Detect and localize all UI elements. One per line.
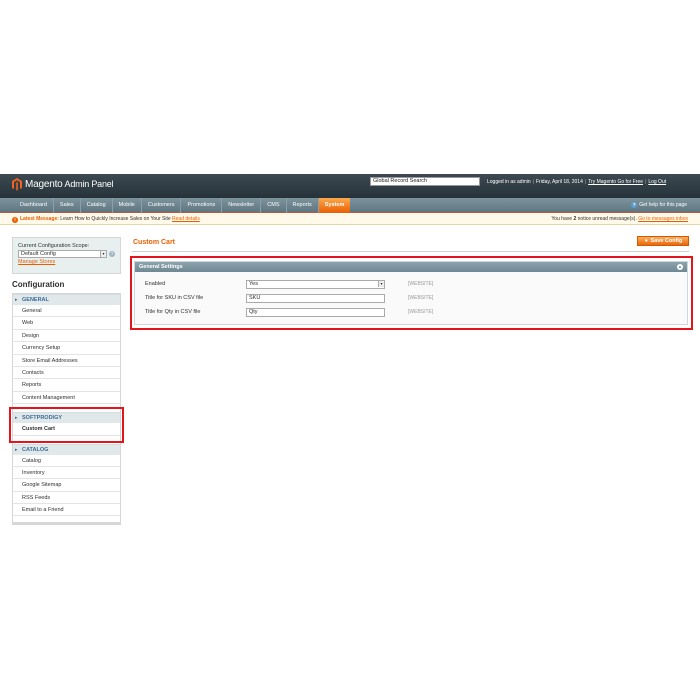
sidebar-item-general[interactable]: General: [13, 305, 120, 318]
sidebar-item-contacts[interactable]: Contacts: [13, 367, 120, 380]
sidebar-item-reports[interactable]: Reports: [13, 379, 120, 392]
notification-bar: ! Latest Message: Learn How to Quickly I…: [0, 214, 700, 225]
unread-mid: notice unread message(s).: [577, 216, 637, 222]
sidebar-item-rss-feeds[interactable]: RSS Feeds: [13, 492, 120, 505]
scope-select[interactable]: Default Config ▾: [18, 250, 107, 258]
sidebar-item-content-management[interactable]: Content Management: [13, 392, 120, 405]
manage-stores-link[interactable]: Manage Stores: [18, 259, 115, 265]
nav-reports[interactable]: Reports: [287, 198, 319, 213]
warning-icon: !: [12, 216, 18, 223]
sidebar-item-web[interactable]: Web: [13, 317, 120, 330]
nav-cms[interactable]: CMS: [261, 198, 287, 213]
unread-count: 2: [573, 216, 577, 222]
global-search-input[interactable]: Global Record Search: [370, 177, 480, 186]
group-general[interactable]: GENERAL: [13, 294, 120, 306]
sidebar-item-inventory[interactable]: Inventory: [13, 467, 120, 480]
help-icon: ?: [631, 202, 638, 208]
scope-label: Current Configuration Scope:: [18, 243, 90, 249]
sidebar-item-currency-setup[interactable]: Currency Setup: [13, 342, 120, 355]
date-text: Friday, April 18, 2014: [535, 179, 583, 185]
nav-newsletter[interactable]: Newsletter: [222, 198, 262, 213]
group-catalog[interactable]: CATALOG: [13, 443, 120, 456]
nav-promotions[interactable]: Promotions: [181, 198, 223, 213]
logout-link[interactable]: Log Out: [648, 179, 666, 185]
latest-message: ! Latest Message: Learn How to Quickly I…: [12, 214, 200, 225]
save-config-label: Save Config: [650, 238, 683, 244]
scope-select-value: Default Config: [21, 251, 56, 257]
logo-text: Magento Admin Panel: [25, 179, 114, 190]
admin-header: Magento Admin Panel Global Record Search …: [0, 174, 700, 198]
help-text: Get help for this page: [639, 202, 687, 208]
sidebar-item-catalog[interactable]: Catalog: [13, 455, 120, 467]
logged-in-text: Logged in as admin: [487, 179, 531, 185]
configuration-title: Configuration: [12, 280, 65, 289]
save-icon: ●: [644, 238, 648, 244]
title-divider: [132, 251, 689, 252]
page-title: Custom Cart: [133, 239, 176, 246]
main-nav: Dashboard Sales Catalog Mobile Customers…: [0, 198, 700, 213]
unread-pre: You have: [551, 216, 573, 222]
nav-mobile[interactable]: Mobile: [113, 198, 142, 213]
help-link[interactable]: ? Get help for this page: [631, 202, 687, 208]
latest-message-label: Latest Message:: [20, 216, 59, 222]
nav-items: Dashboard Sales Catalog Mobile Customers…: [14, 198, 351, 213]
messages-inbox-link[interactable]: Go to messages inbox: [638, 216, 688, 222]
nav-catalog[interactable]: Catalog: [81, 198, 113, 213]
highlight-box-sidebar: [9, 407, 124, 443]
latest-message-text: Learn How to Quickly Increase Sales on Y…: [60, 216, 171, 222]
sidebar-item-design[interactable]: Design: [13, 330, 120, 343]
save-config-button[interactable]: ● Save Config: [637, 236, 689, 246]
magento-logo-icon: [12, 178, 22, 191]
nav-customers[interactable]: Customers: [142, 198, 182, 213]
dropdown-arrow-icon: ▾: [100, 251, 106, 257]
nav-system[interactable]: System: [318, 198, 351, 213]
magento-logo[interactable]: Magento Admin Panel: [12, 178, 114, 191]
sidebar-item-store-email[interactable]: Store Email Addresses: [13, 355, 120, 367]
sidebar-item-google-sitemap[interactable]: Google Sitemap: [13, 479, 120, 492]
try-magento-go-link[interactable]: Try Magento Go for Free: [588, 179, 643, 185]
nav-sales[interactable]: Sales: [54, 198, 81, 213]
sidebar-item-email-friend[interactable]: Email to a Friend: [13, 504, 120, 517]
nav-dashboard[interactable]: Dashboard: [14, 198, 54, 213]
scope-switcher: Current Configuration Scope: Default Con…: [12, 237, 121, 274]
header-links: Logged in as admin | Friday, April 18, 201…: [487, 179, 667, 185]
highlight-box-settings: [130, 256, 693, 330]
read-details-link[interactable]: Read details: [172, 216, 200, 222]
unread-messages: You have 2 notice unread message(s). Go …: [551, 214, 688, 225]
scope-help-icon[interactable]: ?: [109, 251, 115, 257]
